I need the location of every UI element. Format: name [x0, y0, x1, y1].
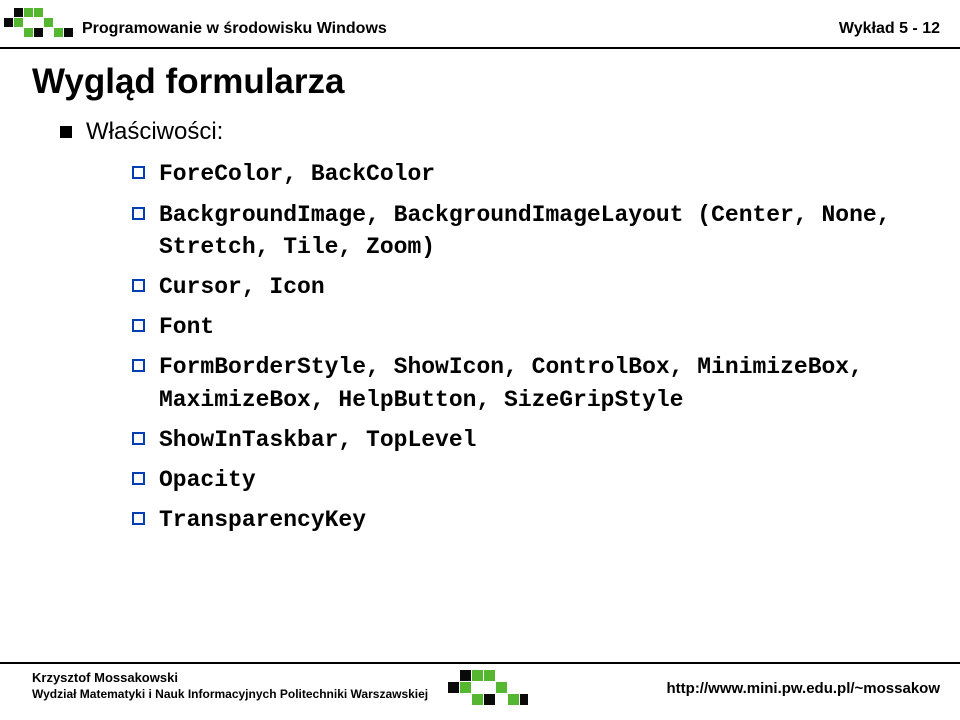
page-title: Wygląd formularza: [32, 62, 928, 102]
slide-footer: Krzysztof Mossakowski Wydział Matematyki…: [0, 662, 960, 720]
logo-icon: [0, 6, 78, 46]
bullet-level1: Właściwości:: [60, 116, 928, 148]
list-item-text: Font: [159, 311, 214, 343]
hollow-square-icon: [132, 432, 145, 445]
course-title: Programowanie w środowisku Windows: [82, 20, 387, 38]
hollow-square-icon: [132, 472, 145, 485]
list-item-text: BackgroundImage, BackgroundImageLayout (…: [159, 199, 928, 263]
hollow-square-icon: [132, 207, 145, 220]
list-item-text: FormBorderStyle, ShowIcon, ControlBox, M…: [159, 351, 928, 415]
hollow-square-icon: [132, 166, 145, 179]
list-item: Cursor, Icon: [132, 271, 928, 303]
bullet-level1-text: Właściwości:: [86, 116, 223, 148]
hollow-square-icon: [132, 319, 145, 332]
footer-divider: [0, 662, 960, 664]
list-item-text: TransparencyKey: [159, 504, 366, 536]
slide-content: Wygląd formularza Właściwości: ForeColor…: [32, 62, 928, 544]
square-bullet-icon: [60, 126, 72, 138]
header-divider: [0, 47, 960, 49]
list-item: ForeColor, BackColor: [132, 158, 928, 190]
list-item-text: Opacity: [159, 464, 256, 496]
footer-author-block: Krzysztof Mossakowski Wydział Matematyki…: [32, 670, 428, 702]
list-item: BackgroundImage, BackgroundImageLayout (…: [132, 199, 928, 263]
hollow-square-icon: [132, 359, 145, 372]
list-item-text: ForeColor, BackColor: [159, 158, 435, 190]
author-name: Krzysztof Mossakowski: [32, 670, 428, 687]
department-name: Wydział Matematyki i Nauk Informacyjnych…: [32, 687, 428, 703]
list-item-text: Cursor, Icon: [159, 271, 325, 303]
list-item: FormBorderStyle, ShowIcon, ControlBox, M…: [132, 351, 928, 415]
lecture-number: Wykład 5 - 12: [839, 20, 940, 38]
hollow-square-icon: [132, 279, 145, 292]
list-item-text: ShowInTaskbar, TopLevel: [159, 424, 476, 456]
logo-icon: [442, 666, 528, 710]
list-item: Opacity: [132, 464, 928, 496]
list-item: ShowInTaskbar, TopLevel: [132, 424, 928, 456]
footer-url: http://www.mini.pw.edu.pl/~mossakow: [667, 680, 941, 697]
list-item: TransparencyKey: [132, 504, 928, 536]
hollow-square-icon: [132, 512, 145, 525]
list-item: Font: [132, 311, 928, 343]
